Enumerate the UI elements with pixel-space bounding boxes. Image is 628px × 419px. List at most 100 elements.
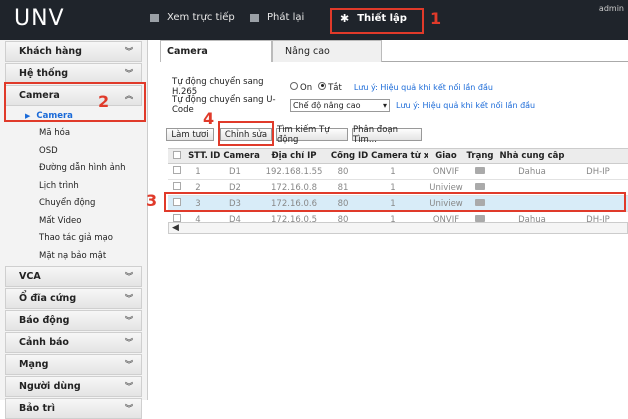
- radio-selected-icon: [318, 81, 327, 90]
- col-header[interactable]: ID Camera: [210, 151, 260, 161]
- h265-setting-row: Tự động chuyển sang H.265 On Tắt Lưu ý: …: [172, 77, 493, 97]
- sidebar-item-warning[interactable]: Cảnh báo ︾: [5, 331, 142, 353]
- sidebar-sub-motion[interactable]: Chuyển động: [5, 195, 142, 213]
- radio-label: Tắt: [328, 82, 342, 93]
- sidebar-item-label: Ổ đĩa cứng: [19, 292, 77, 304]
- select-all-cell[interactable]: [168, 150, 186, 162]
- chevron-down-icon: ︾: [125, 315, 133, 325]
- cell: ONVIF: [432, 166, 460, 177]
- tab-advanced[interactable]: Nâng cao: [272, 40, 382, 62]
- segment-search-button[interactable]: Phân đoạn Tìm...: [352, 125, 422, 145]
- main-panel: Camera Nâng cao Tự động chuyển sang H.26…: [160, 40, 628, 400]
- annotation-2: 2: [98, 92, 110, 111]
- sidebar-item-maintenance[interactable]: Bảo trì ︾: [5, 397, 142, 419]
- cell: 192.168.1.55: [265, 166, 323, 177]
- cell: Dahua: [518, 166, 546, 177]
- cell: 81: [337, 182, 349, 193]
- sidebar-sub-image-path[interactable]: Đường dẫn hình ảnh: [5, 160, 142, 178]
- checkbox[interactable]: [173, 214, 181, 222]
- sidebar-item-alarm[interactable]: Báo động ︾: [5, 309, 142, 331]
- nav-live-view[interactable]: Xem trực tiếp: [150, 12, 235, 23]
- col-header[interactable]: Giao: [428, 151, 464, 161]
- top-bar: UNV Xem trực tiếp Phát lại ✱ Thiết lập a…: [0, 0, 628, 40]
- cell: D2: [229, 182, 241, 193]
- chevron-down-icon: ▾: [382, 100, 387, 110]
- sidebar-item-customer[interactable]: Khách hàng ︾: [5, 41, 142, 62]
- chevron-down-icon: ︾: [125, 69, 133, 78]
- col-header[interactable]: Trạng: [464, 151, 496, 161]
- chevron-down-icon: ︾: [125, 293, 133, 303]
- col-header[interactable]: ID Camera từ xa: [358, 151, 428, 161]
- user-name[interactable]: admin: [599, 4, 624, 13]
- cell: 2: [195, 182, 201, 193]
- sidebar-item-system[interactable]: Hệ thống ︾: [5, 63, 142, 84]
- refresh-button[interactable]: Làm tươi: [166, 128, 214, 141]
- annotation-3: 3: [146, 191, 158, 210]
- sidebar-item-label: Cảnh báo: [19, 336, 69, 348]
- highlight-setup: [330, 8, 424, 34]
- ucode-setting-row: Tự động chuyển sang U-Code Chế độ nâng c…: [172, 95, 535, 115]
- sidebar-item-network[interactable]: Mạng ︾: [5, 353, 142, 375]
- film-icon: [250, 13, 259, 22]
- sidebar-sub-schedule[interactable]: Lịch trình: [5, 177, 142, 195]
- sidebar-item-disk[interactable]: Ổ đĩa cứng ︾: [5, 287, 142, 309]
- h265-on-option[interactable]: On: [290, 81, 313, 93]
- sidebar-sub-privacy-mask[interactable]: Mặt nạ bảo mật: [5, 247, 142, 265]
- highlight-edit: [218, 121, 274, 146]
- camera-table: STT. ID Camera Địa chỉ IP Cổng ID Camera…: [168, 148, 628, 228]
- highlight-row-3: [164, 192, 626, 212]
- cell: 1: [390, 182, 396, 193]
- status-cell: [464, 166, 496, 177]
- camera-status-icon: [475, 182, 485, 190]
- col-header[interactable]: Nhà cung cấp: [496, 151, 568, 161]
- chevron-down-icon: ︾: [125, 403, 133, 413]
- sidebar-item-users[interactable]: Người dùng ︾: [5, 375, 142, 397]
- checkbox[interactable]: [173, 166, 181, 174]
- sidebar-sub-osd[interactable]: OSD: [5, 142, 142, 160]
- chevron-down-icon: ︾: [125, 359, 133, 369]
- col-header[interactable]: STT.: [186, 151, 210, 161]
- sidebar-item-label: Báo động: [19, 314, 70, 326]
- status-cell: [464, 182, 496, 193]
- cell: D1: [229, 166, 241, 177]
- sidebar-item-label: Người dùng: [19, 380, 81, 392]
- nav-playback-label: Phát lại: [267, 12, 305, 23]
- sidebar-sub-encoding[interactable]: Mã hóa: [5, 125, 142, 143]
- horizontal-scrollbar[interactable]: ◀: [168, 222, 628, 234]
- annotation-1: 1: [430, 9, 442, 28]
- cell: 80: [337, 166, 349, 177]
- cell: 172.16.0.8: [271, 182, 317, 193]
- col-header[interactable]: Cổng: [328, 151, 358, 161]
- radio-icon: [290, 81, 298, 90]
- annotation-4: 4: [203, 109, 215, 128]
- unv-logo: UNV: [14, 6, 65, 31]
- sidebar-item-label: Hệ thống: [19, 68, 69, 79]
- ucode-select[interactable]: Chế độ nâng cao ▾: [290, 98, 390, 112]
- h265-hint: Lưu ý: Hiệu quả khi kết nối lần đầu: [353, 82, 493, 92]
- sidebar-item-vca[interactable]: VCA ︾: [5, 265, 142, 287]
- auto-search-button[interactable]: Tìm kiếm Tự động: [276, 125, 348, 145]
- camera-status-icon: [475, 166, 485, 174]
- cell: 1: [390, 166, 396, 177]
- chevron-down-icon: ︾: [125, 337, 133, 347]
- h265-off-option[interactable]: Tắt: [318, 81, 342, 93]
- ucode-label: Tự động chuyển sang U-Code: [172, 95, 276, 115]
- cell: DH-IP: [586, 166, 610, 177]
- radio-label: On: [300, 82, 313, 93]
- sidebar-item-label: Khách hàng: [19, 46, 82, 57]
- scroll-left-icon[interactable]: ◀: [172, 223, 179, 233]
- sidebar-item-label: VCA: [19, 270, 41, 282]
- row-select-cell[interactable]: [168, 166, 186, 177]
- tab-camera[interactable]: Camera: [160, 40, 272, 62]
- table-header: STT. ID Camera Địa chỉ IP Cổng ID Camera…: [168, 148, 628, 164]
- sidebar-sub-video-loss[interactable]: Mất Video: [5, 212, 142, 230]
- checkbox[interactable]: [173, 150, 181, 159]
- checkbox[interactable]: [173, 182, 181, 190]
- col-header[interactable]: Địa chỉ IP: [260, 151, 328, 161]
- chevron-down-icon: ︾: [125, 381, 133, 391]
- highlight-camera: [4, 82, 146, 122]
- nav-live-label: Xem trực tiếp: [167, 12, 235, 23]
- nav-playback[interactable]: Phát lại: [250, 12, 304, 23]
- table-row[interactable]: 1 D1 192.168.1.55 80 1 ONVIF Dahua DH-IP: [168, 164, 628, 180]
- sidebar-sub-tamper[interactable]: Thao tác giả mạo: [5, 230, 142, 248]
